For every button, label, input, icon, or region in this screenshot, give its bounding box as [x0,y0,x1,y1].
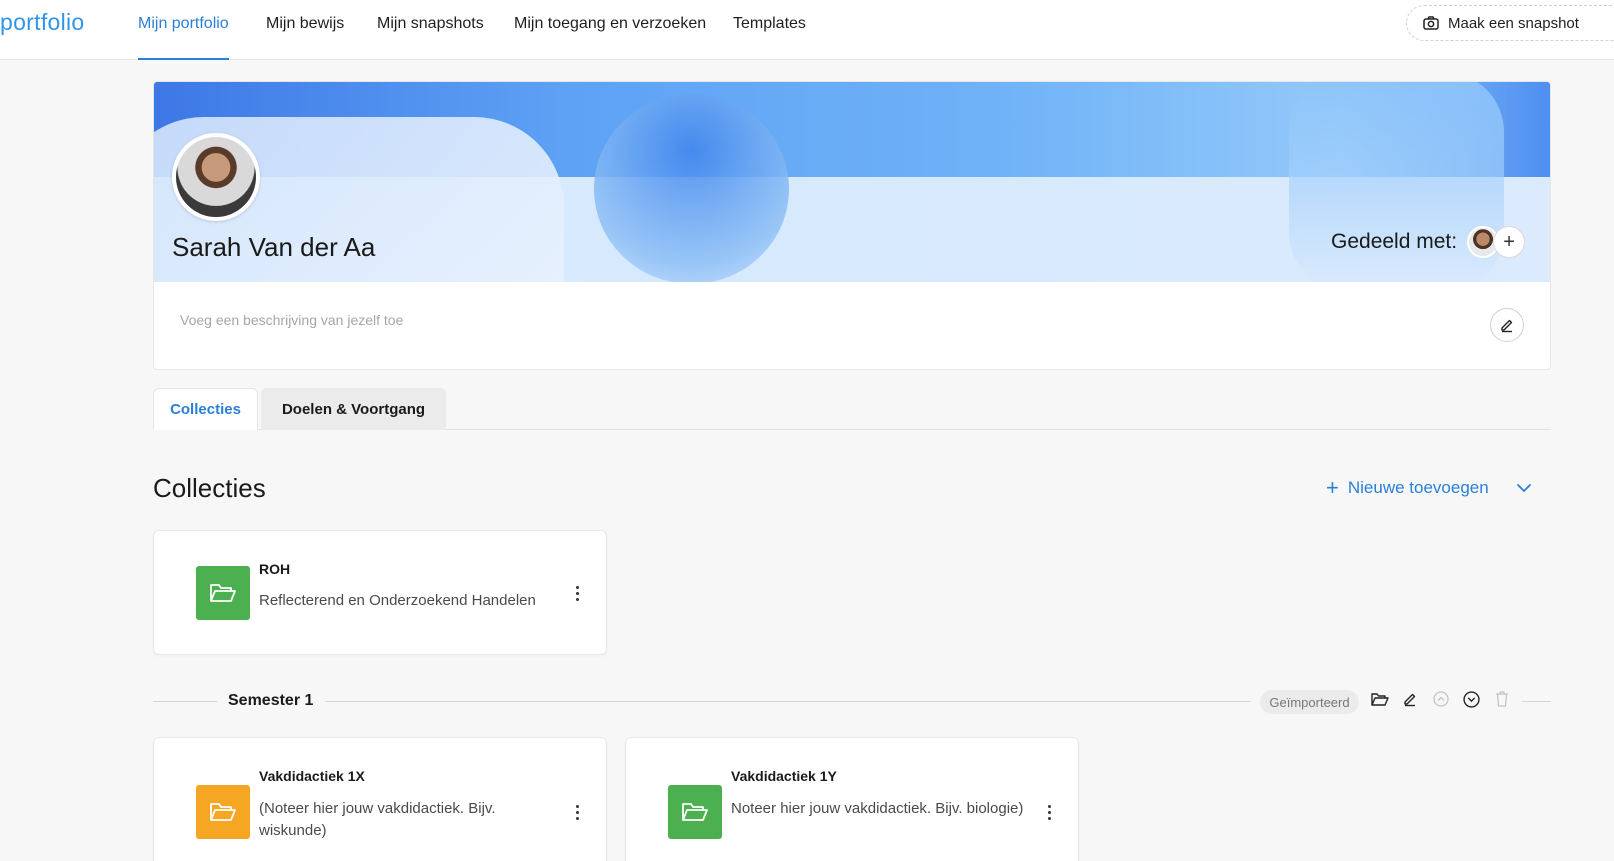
tab-doelen-voortgang[interactable]: Doelen & Voortgang [261,388,446,430]
nav-item-templates[interactable]: Templates [733,15,806,60]
edit-description-button[interactable] [1490,308,1524,342]
portfolio-tabs: Collecties Doelen & Voortgang [153,388,1551,430]
nav-item-label: Mijn bewijs [266,15,345,32]
folder-open-icon [1371,692,1389,706]
collection-description: Noteer hier jouw vakdidactiek. Bijv. bio… [731,800,1024,817]
collection-folder-tile [196,566,250,620]
collection-title: Vakdidactiek 1Y [731,768,837,784]
nav-item-label: Mijn snapshots [377,15,484,32]
collection-title: ROH [259,561,291,577]
collection-description: Reflecterend en Onderzoekend Handelen [259,592,536,609]
collection-folder-tile [668,785,722,839]
semester-move-down-button[interactable] [1461,689,1481,709]
divider [153,701,217,702]
profile-avatar[interactable] [172,133,260,221]
collection-menu-button[interactable] [1041,801,1057,823]
collection-card[interactable]: Vakdidactiek 1Y Noteer hier jouw vakdida… [625,737,1079,861]
collection-description: (Noteer hier jouw vakdidactiek. Bijv. wi… [259,800,496,839]
profile-banner: Sarah Van der Aa Gedeeld met: + [154,82,1550,282]
nav-item-mijn-bewijs[interactable]: Mijn bewijs [266,15,344,60]
plus-icon: + [1326,475,1339,500]
collection-card[interactable]: Vakdidactiek 1X (Noteer hier jouw vakdid… [153,737,607,861]
nav-item-label: Mijn portfolio [138,15,229,32]
semester-move-up-button[interactable] [1431,689,1451,709]
chevron-up-circle-icon [1433,691,1449,707]
nav-item-label: Mijn toegang en verzoeken [514,15,707,32]
profile-card: Sarah Van der Aa Gedeeld met: + Voeg een… [153,81,1551,370]
add-share-button[interactable]: + [1493,226,1526,258]
divider [1522,701,1551,702]
banner-shape [594,94,789,282]
collection-card[interactable]: ROH Reflecterend en Onderzoekend Handele… [153,530,607,655]
folder-open-icon [682,803,708,821]
tab-label: Doelen & Voortgang [281,400,426,418]
folder-open-icon [210,803,236,821]
semester-title: Semester 1 [228,692,314,709]
collection-menu-button[interactable] [569,801,585,823]
folder-open-icon [210,584,236,602]
nav-item-mijn-snapshots[interactable]: Mijn snapshots [377,15,484,60]
add-new-label: Nieuwe toevoegen [1347,478,1489,497]
nav-item-mijn-toegang[interactable]: Mijn toegang en verzoeken [514,15,706,60]
shared-with: Gedeeld met: + [1331,226,1526,258]
profile-name: Sarah Van der Aa [172,232,376,262]
tab-collecties[interactable]: Collecties [153,388,258,430]
divider [325,701,1251,702]
pencil-icon [1501,319,1513,333]
active-nav-indicator [138,58,229,60]
tab-label: Collecties [170,400,241,418]
semester-delete-button[interactable] [1492,689,1512,709]
collection-menu-button[interactable] [569,582,585,604]
app-logo[interactable]: portfolio [0,9,85,36]
snapshot-button-label: Maak een snapshot [1448,14,1579,32]
collection-title: Vakdidactiek 1X [259,768,365,784]
profile-description-placeholder[interactable]: Voeg een beschrijving van jezelf toe [180,312,403,328]
semester-edit-button[interactable] [1400,689,1420,709]
collection-folder-tile [196,785,250,839]
imported-badge: Geïmporteerd [1260,690,1359,714]
chevron-down-icon [1517,484,1531,492]
make-snapshot-button[interactable]: Maak een snapshot [1406,5,1614,41]
semester-folder-button[interactable] [1370,689,1390,709]
pencil-icon [1404,693,1416,707]
shared-with-label: Gedeeld met: [1331,230,1458,253]
camera-icon [1423,16,1439,30]
expand-menu-button[interactable] [1515,479,1533,502]
add-new-button[interactable]: + Nieuwe toevoegen [1326,477,1489,499]
nav-item-label: Templates [733,15,806,32]
plus-icon: + [1503,230,1515,253]
trash-icon [1496,691,1508,707]
chevron-down-circle-icon [1462,690,1480,708]
section-title: Collecties [153,473,266,503]
top-navigation: portfolio Mijn portfolio Mijn bewijs Mij… [0,0,1614,60]
nav-item-mijn-portfolio[interactable]: Mijn portfolio [138,15,229,60]
